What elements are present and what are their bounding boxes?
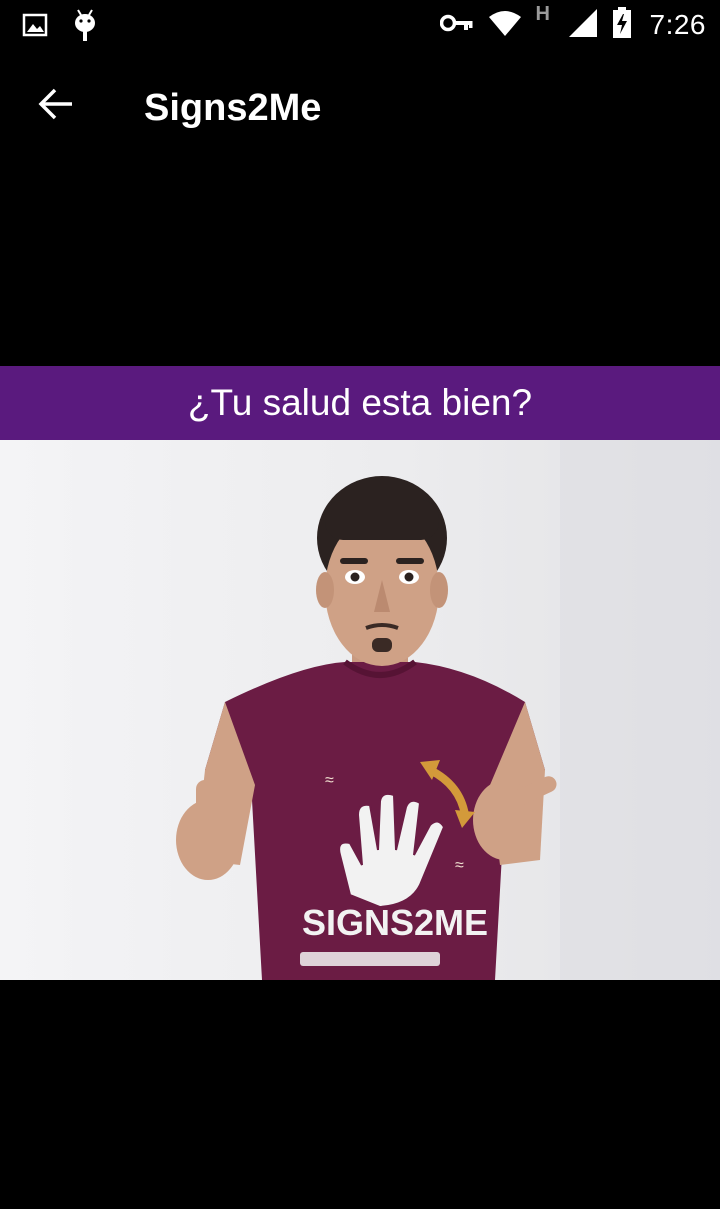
sign-video[interactable]: ≈ ≈ SIGNS2ME xyxy=(0,440,720,980)
arrow-back-icon xyxy=(38,88,74,125)
phrase-banner: ¿Tu salud esta bien? xyxy=(0,366,720,440)
shirt-text: SIGNS2ME xyxy=(302,902,488,943)
android-debug-icon xyxy=(72,8,98,47)
wifi-icon xyxy=(488,9,522,42)
network-type: H xyxy=(535,3,550,25)
battery-charging-icon xyxy=(612,6,632,44)
page-title: Signs2Me xyxy=(144,87,322,129)
phrase-text: ¿Tu salud esta bien? xyxy=(187,382,533,423)
signal-icon xyxy=(568,8,598,43)
vpn-key-icon xyxy=(439,13,474,38)
status-time: 7:26 xyxy=(649,9,706,40)
svg-text:≈: ≈ xyxy=(455,857,464,874)
sign-video-illustration: ≈ ≈ SIGNS2ME xyxy=(176,440,720,980)
image-icon xyxy=(22,12,48,43)
app-toolbar: Signs2Me xyxy=(0,50,720,162)
back-button[interactable] xyxy=(22,72,90,140)
svg-text:≈: ≈ xyxy=(325,772,334,789)
status-bar: H 7:26 xyxy=(0,0,720,50)
